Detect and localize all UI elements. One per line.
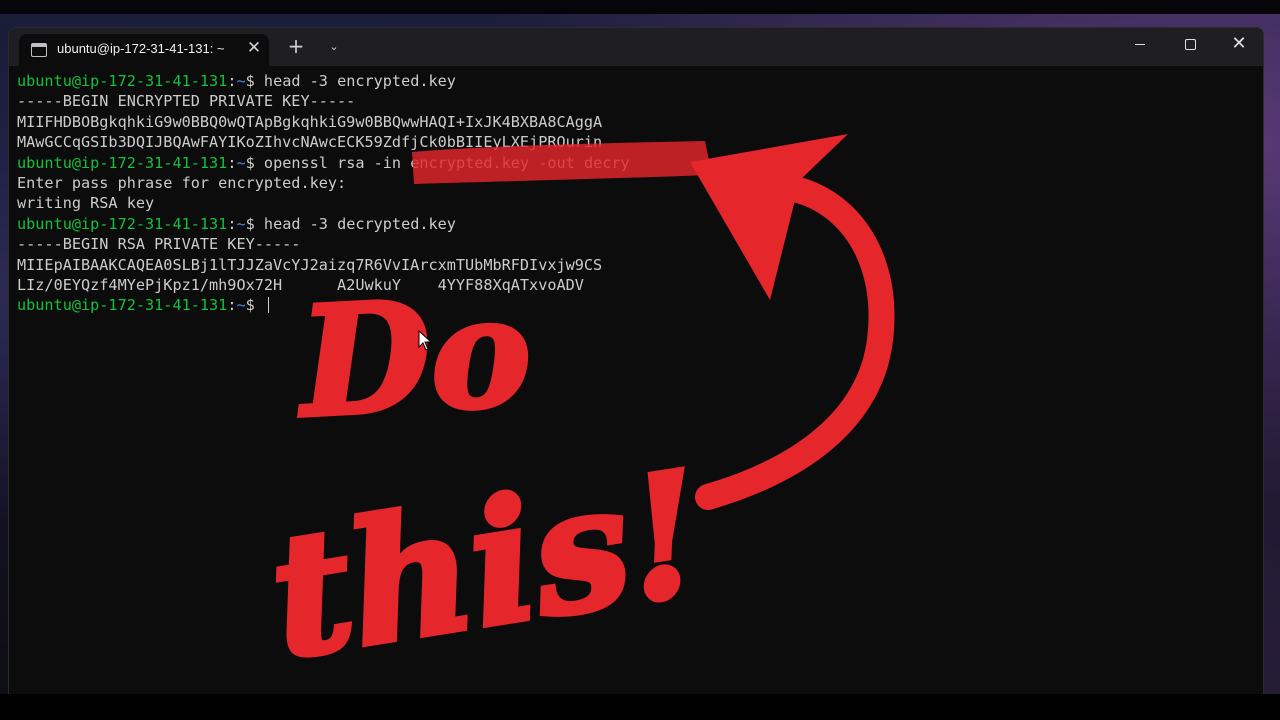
- prompt-path: ~: [236, 214, 246, 233]
- close-window-icon: ✕: [1231, 33, 1247, 54]
- terminal-output-line: Enter pass phrase for encrypted.key:: [17, 173, 1253, 193]
- output-text: LIz/0EYQzf4MYePjKpz1/mh9Ox72H A2UwkuY 4Y…: [17, 275, 584, 294]
- command-text: head -3 decrypted.key: [263, 214, 456, 233]
- prompt-end: $: [245, 214, 264, 233]
- minimize-icon: [1135, 43, 1145, 45]
- output-text: writing RSA key: [17, 194, 155, 213]
- terminal-output-line: MIIEpAIBAAKCAQEA0SLBj1lTJJZaVcYJ2aizq7R6…: [17, 255, 1253, 275]
- terminal-prompt-line: ubuntu@ip-172-31-41-131:~$ head -3 decry…: [17, 214, 1253, 234]
- output-text: -----BEGIN RSA PRIVATE KEY-----: [17, 235, 301, 254]
- terminal-output-line: LIz/0EYQzf4MYePjKpz1/mh9Ox72H A2UwkuY 4Y…: [17, 275, 1253, 295]
- output-text: MIIEpAIBAAKCAQEA0SLBj1lTJJZaVcYJ2aizq7R6…: [17, 255, 603, 274]
- terminal-prompt-line: ubuntu@ip-172-31-41-131:~$ openssl rsa -…: [17, 153, 1253, 173]
- letterbox-bottom: [0, 694, 1280, 720]
- prompt-user: ubuntu@ip-172-31-41-131: [17, 72, 228, 90]
- terminal-output-line: -----BEGIN RSA PRIVATE KEY-----: [17, 234, 1253, 254]
- prompt-end: $: [245, 153, 264, 172]
- terminal-output-line: MIIFHDBOBgkqhkiG9w0BBQ0wQTApBgkqhkiG9w0B…: [17, 112, 1253, 132]
- terminal-output-line: writing RSA key: [17, 193, 1253, 213]
- maximize-button[interactable]: [1166, 28, 1214, 60]
- prompt-path: ~: [236, 153, 246, 172]
- prompt-path: ~: [236, 296, 246, 315]
- prompt-user: ubuntu@ip-172-31-41-131: [17, 296, 228, 315]
- output-text: MIIFHDBOBgkqhkiG9w0BBQ0wQTApBgkqhkiG9w0B…: [17, 112, 603, 131]
- output-text: MAwGCCqGSIb3DQIJBQAwFAYIKoZIhvcNAwcECK59…: [17, 133, 603, 152]
- terminal-tab[interactable]: ubuntu@ip-172-31-41-131: ~ ✕: [19, 34, 269, 66]
- prompt-end: $: [245, 72, 264, 90]
- close-window-button[interactable]: ✕: [1215, 28, 1263, 60]
- terminal-icon: [31, 43, 47, 57]
- terminal-output-line: MAwGCCqGSIb3DQIJBQAwFAYIKoZIhvcNAwcECK59…: [17, 132, 1253, 152]
- prompt-path: ~: [236, 72, 246, 90]
- terminal-output-line: -----BEGIN ENCRYPTED PRIVATE KEY-----: [17, 91, 1253, 111]
- output-text: Enter pass phrase for encrypted.key:: [17, 173, 347, 192]
- terminal-prompt-line: ubuntu@ip-172-31-41-131:~$ head -3 encry…: [17, 71, 1253, 91]
- command-text: head -3 encrypted.key: [263, 72, 456, 90]
- title-bar[interactable]: ubuntu@ip-172-31-41-131: ~ ✕ + ⌄ ✕: [9, 28, 1263, 66]
- terminal-output[interactable]: ubuntu@ip-172-31-41-131:~$ head -3 encry…: [17, 71, 1253, 691]
- prompt-user: ubuntu@ip-172-31-41-131: [17, 214, 228, 233]
- minimize-button[interactable]: [1116, 28, 1164, 60]
- command-text: openssl rsa -in encrypted.key -out decry: [263, 153, 630, 172]
- terminal-prompt-line: ubuntu@ip-172-31-41-131:~$: [17, 295, 1253, 315]
- prompt-end: $: [245, 296, 264, 315]
- plus-icon[interactable]: +: [285, 35, 307, 57]
- terminal-window: ubuntu@ip-172-31-41-131: ~ ✕ + ⌄ ✕ ubunt…: [8, 27, 1264, 695]
- tab-title: ubuntu@ip-172-31-41-131: ~: [57, 41, 225, 56]
- output-text: -----BEGIN ENCRYPTED PRIVATE KEY-----: [17, 92, 356, 111]
- text-cursor: [267, 297, 269, 314]
- maximize-icon: [1184, 38, 1196, 50]
- prompt-user: ubuntu@ip-172-31-41-131: [17, 153, 228, 172]
- chevron-down-icon[interactable]: ⌄: [323, 36, 345, 58]
- close-icon[interactable]: ✕: [243, 37, 265, 59]
- letterbox-top: [0, 0, 1280, 14]
